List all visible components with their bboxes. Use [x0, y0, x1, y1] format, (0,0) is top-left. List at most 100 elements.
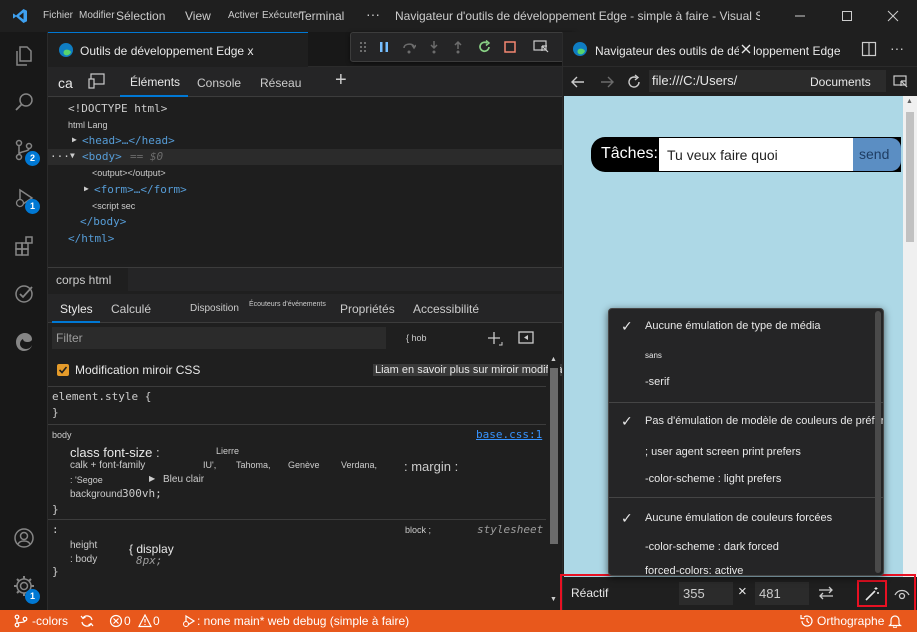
form-expand-icon[interactable]: ▶: [84, 184, 89, 193]
inspect-element-button[interactable]: ca: [58, 75, 73, 91]
device-emulation-icon[interactable]: [88, 73, 106, 89]
more-actions-icon[interactable]: ···: [890, 40, 904, 56]
prop-height[interactable]: height: [70, 540, 97, 551]
viewport-scrollbar-thumb[interactable]: [906, 112, 914, 242]
add-tab-button[interactable]: +: [335, 69, 347, 92]
inspect-icon[interactable]: [533, 40, 549, 54]
split-editor-icon[interactable]: [861, 41, 877, 57]
menu-edit[interactable]: Modifier: [79, 10, 115, 21]
dom-body-close[interactable]: </body>: [80, 215, 126, 228]
menu-item-dark[interactable]: -color-scheme : dark forced: [645, 541, 779, 553]
menu-item-no-media-emulation[interactable]: Aucune émulation de type de média: [645, 320, 821, 332]
ua-body-line[interactable]: : body: [70, 554, 97, 565]
close-icon[interactable]: [873, 0, 913, 32]
source-control-icon[interactable]: 2: [0, 126, 48, 174]
todo-input[interactable]: Tu veux faire quoi: [659, 138, 853, 171]
tab-properties[interactable]: Propriétés: [340, 302, 395, 316]
history-icon[interactable]: [800, 614, 814, 628]
class-font-size[interactable]: class font-size: [70, 445, 152, 460]
color-swatch-arrow-icon[interactable]: ▶: [149, 474, 155, 483]
browser-tab-title[interactable]: Navigateur des outils de développement E…: [595, 44, 841, 58]
tab-network[interactable]: Réseau: [260, 76, 301, 90]
browser-tab-close-icon[interactable]: [739, 42, 753, 56]
sync-icon[interactable]: [80, 614, 94, 628]
tab-elements[interactable]: Éléments: [120, 67, 188, 97]
body-collapse-icon[interactable]: ▼: [70, 151, 75, 160]
value-tahoma[interactable]: Tahoma,: [236, 460, 271, 470]
minimize-icon[interactable]: [780, 0, 820, 32]
body-source-link[interactable]: base.css:1: [476, 428, 542, 441]
status-colors[interactable]: -colors: [32, 614, 68, 628]
prop-margin[interactable]: : margin :: [404, 459, 458, 474]
value-iu[interactable]: IU',: [203, 460, 216, 470]
breadcrumb-item[interactable]: corps html: [48, 268, 128, 292]
mirror-checkbox[interactable]: [57, 364, 69, 376]
tab-accessibility[interactable]: Accessibilité: [413, 302, 479, 316]
maximize-icon[interactable]: [827, 0, 867, 32]
run-debug-icon[interactable]: 1: [0, 174, 48, 222]
height-input[interactable]: 481: [755, 582, 809, 605]
prop-font-family[interactable]: calk + font-family: [70, 460, 145, 471]
width-input[interactable]: 355: [679, 582, 733, 605]
pause-icon[interactable]: [377, 40, 391, 54]
viewport-scrollbar[interactable]: ▲: [903, 96, 917, 605]
rotate-icon[interactable]: [817, 585, 835, 601]
menu-run[interactable]: Exécuter: [262, 10, 301, 21]
status-debug-session[interactable]: : none main* web debug (simple à faire): [197, 614, 409, 628]
menu-item-print-prefers[interactable]: ; user agent screen print prefers: [645, 446, 801, 458]
inspect-page-icon[interactable]: [893, 74, 909, 90]
menu-file[interactable]: Fichier: [43, 10, 73, 21]
accounts-icon[interactable]: [0, 514, 48, 562]
debug-status-icon[interactable]: [182, 614, 196, 628]
value-300vh[interactable]: 300vh;: [122, 487, 162, 500]
restart-icon[interactable]: [478, 40, 492, 54]
dom-body[interactable]: <body>: [82, 150, 122, 163]
value-segoe[interactable]: : 'Segoe: [70, 475, 103, 485]
testing-icon[interactable]: [0, 270, 48, 318]
styles-scrollbar[interactable]: ▲ ▼: [548, 356, 560, 610]
dom-doctype[interactable]: <!DOCTYPE html>: [68, 102, 167, 115]
value-light-blue[interactable]: Bleu clair: [163, 474, 204, 485]
element-style-selector[interactable]: element.style {: [52, 390, 151, 403]
menu-go[interactable]: Activer: [228, 10, 259, 21]
tab-console[interactable]: Console: [197, 76, 241, 90]
send-button[interactable]: send: [853, 138, 901, 171]
status-warnings[interactable]: 0: [153, 614, 160, 628]
edge-icon[interactable]: [0, 318, 48, 366]
step-out-icon[interactable]: [451, 40, 465, 54]
grip-icon[interactable]: [359, 40, 367, 54]
forward-arrow-icon[interactable]: [599, 74, 615, 90]
devtools-editor-tab[interactable]: Outils de développement Edge x: [48, 32, 308, 67]
warning-icon[interactable]: [138, 614, 152, 628]
step-into-icon[interactable]: [427, 40, 441, 54]
extensions-icon[interactable]: [0, 222, 48, 270]
head-expand-icon[interactable]: ▶: [72, 135, 77, 144]
menu-item-light[interactable]: -color-scheme : light prefers: [645, 473, 781, 485]
menu-selection[interactable]: Sélection: [116, 9, 165, 23]
menu-view[interactable]: View: [185, 9, 211, 23]
dom-body-more[interactable]: ···: [50, 150, 70, 163]
dom-html[interactable]: html Lang: [68, 120, 108, 130]
menu-scrollbar[interactable]: [875, 311, 881, 573]
value-8px[interactable]: 8px;: [136, 554, 163, 567]
vision-deficiency-icon[interactable]: [894, 586, 910, 602]
tab-layout[interactable]: Disposition: [190, 303, 239, 314]
value-verdana[interactable]: Verdana,: [341, 460, 377, 470]
filter-input[interactable]: Filter: [52, 327, 386, 349]
dom-script[interactable]: <script sec: [92, 201, 135, 211]
scroll-up-icon[interactable]: ▲: [550, 356, 557, 363]
menu-more[interactable]: ···: [366, 6, 380, 22]
tab-styles[interactable]: Styles: [52, 294, 100, 323]
dom-head[interactable]: <head>…</head>: [82, 134, 175, 147]
value-block[interactable]: block ;: [405, 525, 431, 535]
search-icon[interactable]: [0, 78, 48, 126]
dom-output[interactable]: <output></output>: [92, 168, 166, 178]
settings-gear-icon[interactable]: 1: [0, 562, 48, 610]
menu-item-forced-active[interactable]: forced-colors: active: [645, 565, 743, 575]
dom-form[interactable]: <form>…</form>: [94, 183, 187, 196]
body-selector[interactable]: body: [52, 430, 72, 440]
toggle-sidebar-icon[interactable]: [518, 330, 534, 346]
value-lierre[interactable]: Lierre: [216, 446, 239, 456]
menu-terminal[interactable]: Terminal: [299, 9, 344, 23]
menu-item-serif[interactable]: -serif: [645, 376, 669, 388]
